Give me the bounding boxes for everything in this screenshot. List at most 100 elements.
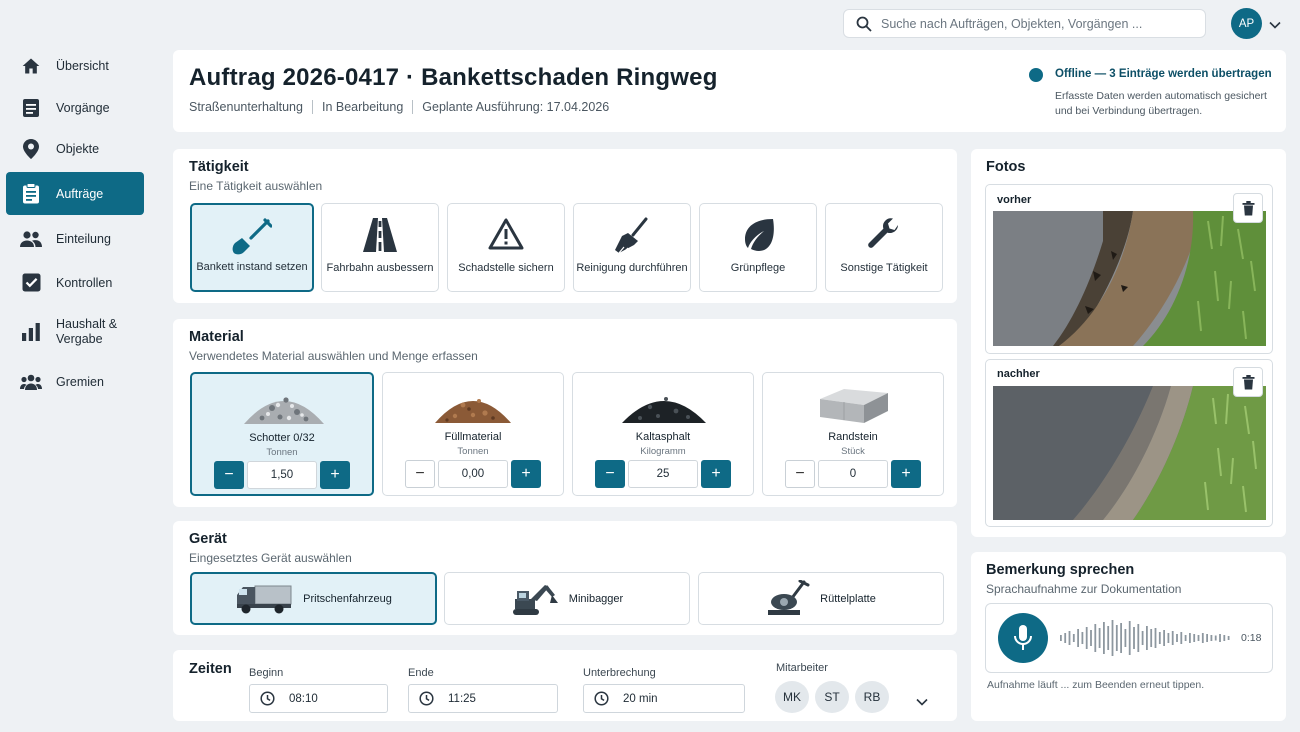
sidebar-item-auftraege[interactable]: Aufträge <box>6 172 144 215</box>
decrement-button[interactable]: − <box>595 460 625 488</box>
quantity-stepper: − 1,50 + <box>192 461 372 489</box>
activity-option-reinigung[interactable]: Reinigung durchführen <box>573 203 691 292</box>
equipment-section: Gerät Eingesetztes Gerät auswählen Prits… <box>173 521 957 635</box>
sidebar-item-label: Gremien <box>56 374 104 389</box>
sidebar-item-gremien[interactable]: Gremien <box>6 360 144 403</box>
staff-chip[interactable]: RB <box>855 681 889 713</box>
decrement-button[interactable]: − <box>785 460 815 488</box>
gravel-image <box>242 384 326 431</box>
sidebar-item-haushalt-vergabe[interactable]: Haushalt & Vergabe <box>6 310 144 353</box>
quantity-value[interactable]: 0,00 <box>438 460 508 488</box>
asphalt-image <box>620 383 708 430</box>
equipment-option-ruettelplatte[interactable]: Rüttelplatte <box>698 572 944 625</box>
trash-icon[interactable] <box>1233 367 1263 397</box>
avatar[interactable]: AP <box>1231 8 1262 39</box>
activity-option-schadstelle[interactable]: Schadstelle sichern <box>447 203 565 292</box>
leaf-icon <box>741 217 775 258</box>
pause-time-field[interactable]: 20 min <box>583 684 745 713</box>
search-input[interactable] <box>881 16 1201 31</box>
activity-option-fahrbahn[interactable]: Fahrbahn ausbessern <box>321 203 439 292</box>
waveform-bar <box>1171 631 1174 645</box>
decrement-button[interactable]: − <box>405 460 435 488</box>
photo-after[interactable]: nachher <box>985 359 1273 527</box>
staff-chip[interactable]: MK <box>775 681 809 713</box>
increment-button[interactable]: + <box>891 460 921 488</box>
waveform-bar <box>1128 621 1131 655</box>
checkbox-icon <box>20 272 42 294</box>
people-icon <box>20 228 42 250</box>
chevron-down-icon[interactable] <box>1269 16 1281 34</box>
material-item-fuellmaterial[interactable]: Füllmaterial Tonnen − 0,00 + <box>382 372 564 496</box>
waveform-bar <box>1184 635 1187 641</box>
fill-material-image <box>433 383 513 430</box>
equipment-label: Pritschenfahrzeug <box>303 592 392 605</box>
pause-label: Unterbrechung <box>583 667 656 679</box>
activity-label: Schadstelle sichern <box>458 262 554 274</box>
waveform-bar <box>1210 635 1213 641</box>
decrement-button[interactable]: − <box>214 461 244 489</box>
waveform-bar <box>1120 623 1122 653</box>
increment-button[interactable]: + <box>701 460 731 488</box>
section-title: Zeiten <box>189 661 232 677</box>
activity-section: Tätigkeit Eine Tätigkeit auswählen Banke… <box>173 149 957 303</box>
quantity-stepper: − 0 + <box>763 460 943 488</box>
recording-hint: Aufnahme läuft ... zum Beenden erneut ti… <box>987 679 1205 691</box>
sidebar-item-label: Kontrollen <box>56 275 113 290</box>
excavator-icon <box>511 581 559 617</box>
microphone-button[interactable] <box>998 613 1048 663</box>
compactor-icon <box>766 579 810 618</box>
microphone-icon <box>1014 625 1032 650</box>
increment-button[interactable]: + <box>320 461 350 489</box>
sidebar-item-kontrollen[interactable]: Kontrollen <box>6 261 144 304</box>
quantity-value[interactable]: 1,50 <box>247 461 317 489</box>
waveform-bar <box>1072 634 1075 642</box>
material-item-randstein[interactable]: Randstein Stück − 0 + <box>762 372 944 496</box>
staff-chip[interactable]: ST <box>815 681 849 713</box>
activity-option-sonstige[interactable]: Sonstige Tätigkeit <box>825 203 943 292</box>
sidebar-item-objekte[interactable]: Objekte <box>6 127 144 170</box>
material-item-schotter[interactable]: Schotter 0/32 Tonnen − 1,50 + <box>190 372 374 496</box>
material-item-kaltasphalt[interactable]: Kaltasphalt Kilogramm − 25 + <box>572 372 754 496</box>
equipment-label: Rüttelplatte <box>820 592 876 605</box>
waveform-bar <box>1150 629 1153 647</box>
sidebar-item-einteilung[interactable]: Einteilung <box>6 217 144 260</box>
photo-label: nachher <box>997 368 1040 380</box>
equipment-option-minibagger[interactable]: Minibagger <box>444 572 690 625</box>
chevron-down-icon[interactable] <box>916 693 928 711</box>
material-name: Füllmaterial <box>444 431 502 443</box>
page-title: Auftrag 2026-0417 · Bankettschaden Ringw… <box>189 64 718 91</box>
waveform-bar <box>1189 633 1191 643</box>
waveform-bar <box>1154 628 1157 648</box>
waveform-bar <box>1103 622 1105 654</box>
offline-status-dot <box>1029 68 1043 82</box>
begin-time-value: 08:10 <box>289 692 318 705</box>
increment-button[interactable]: + <box>511 460 541 488</box>
sidebar-item-uebersicht[interactable]: Übersicht <box>6 44 144 87</box>
shovel-icon <box>232 218 273 261</box>
label-line-1: Haushalt & <box>56 316 118 331</box>
waveform-bar <box>1223 635 1226 641</box>
end-time-field[interactable]: 11:25 <box>408 684 558 713</box>
waveform-bar <box>1176 634 1178 642</box>
section-subtitle: Sprachaufnahme zur Dokumentation <box>986 582 1182 596</box>
before-photo-image <box>993 211 1266 351</box>
equipment-option-pritschenfahrzeug[interactable]: Pritschenfahrzeug <box>190 572 437 625</box>
search-bar[interactable] <box>843 9 1206 38</box>
begin-time-field[interactable]: 08:10 <box>249 684 388 713</box>
quantity-stepper: − 25 + <box>573 460 753 488</box>
section-title: Material <box>189 329 244 345</box>
photo-label: vorher <box>997 194 1032 206</box>
material-name: Kaltasphalt <box>635 431 691 443</box>
trash-icon[interactable] <box>1233 193 1263 223</box>
quantity-value[interactable]: 25 <box>628 460 698 488</box>
photo-before[interactable]: vorher <box>985 184 1273 354</box>
activity-option-bankett[interactable]: Bankett instand setzen <box>190 203 314 292</box>
activity-option-gruenpflege[interactable]: Grünpflege <box>699 203 817 292</box>
divider <box>311 100 313 114</box>
section-title: Gerät <box>189 531 227 547</box>
waveform-bar <box>1193 634 1196 642</box>
waveform-bar <box>1219 634 1221 642</box>
sidebar-item-vorgaenge[interactable]: Vorgänge <box>6 86 144 129</box>
quantity-value[interactable]: 0 <box>818 460 888 488</box>
sidebar: Übersicht Vorgänge Objekte Aufträge Eint… <box>0 0 150 732</box>
